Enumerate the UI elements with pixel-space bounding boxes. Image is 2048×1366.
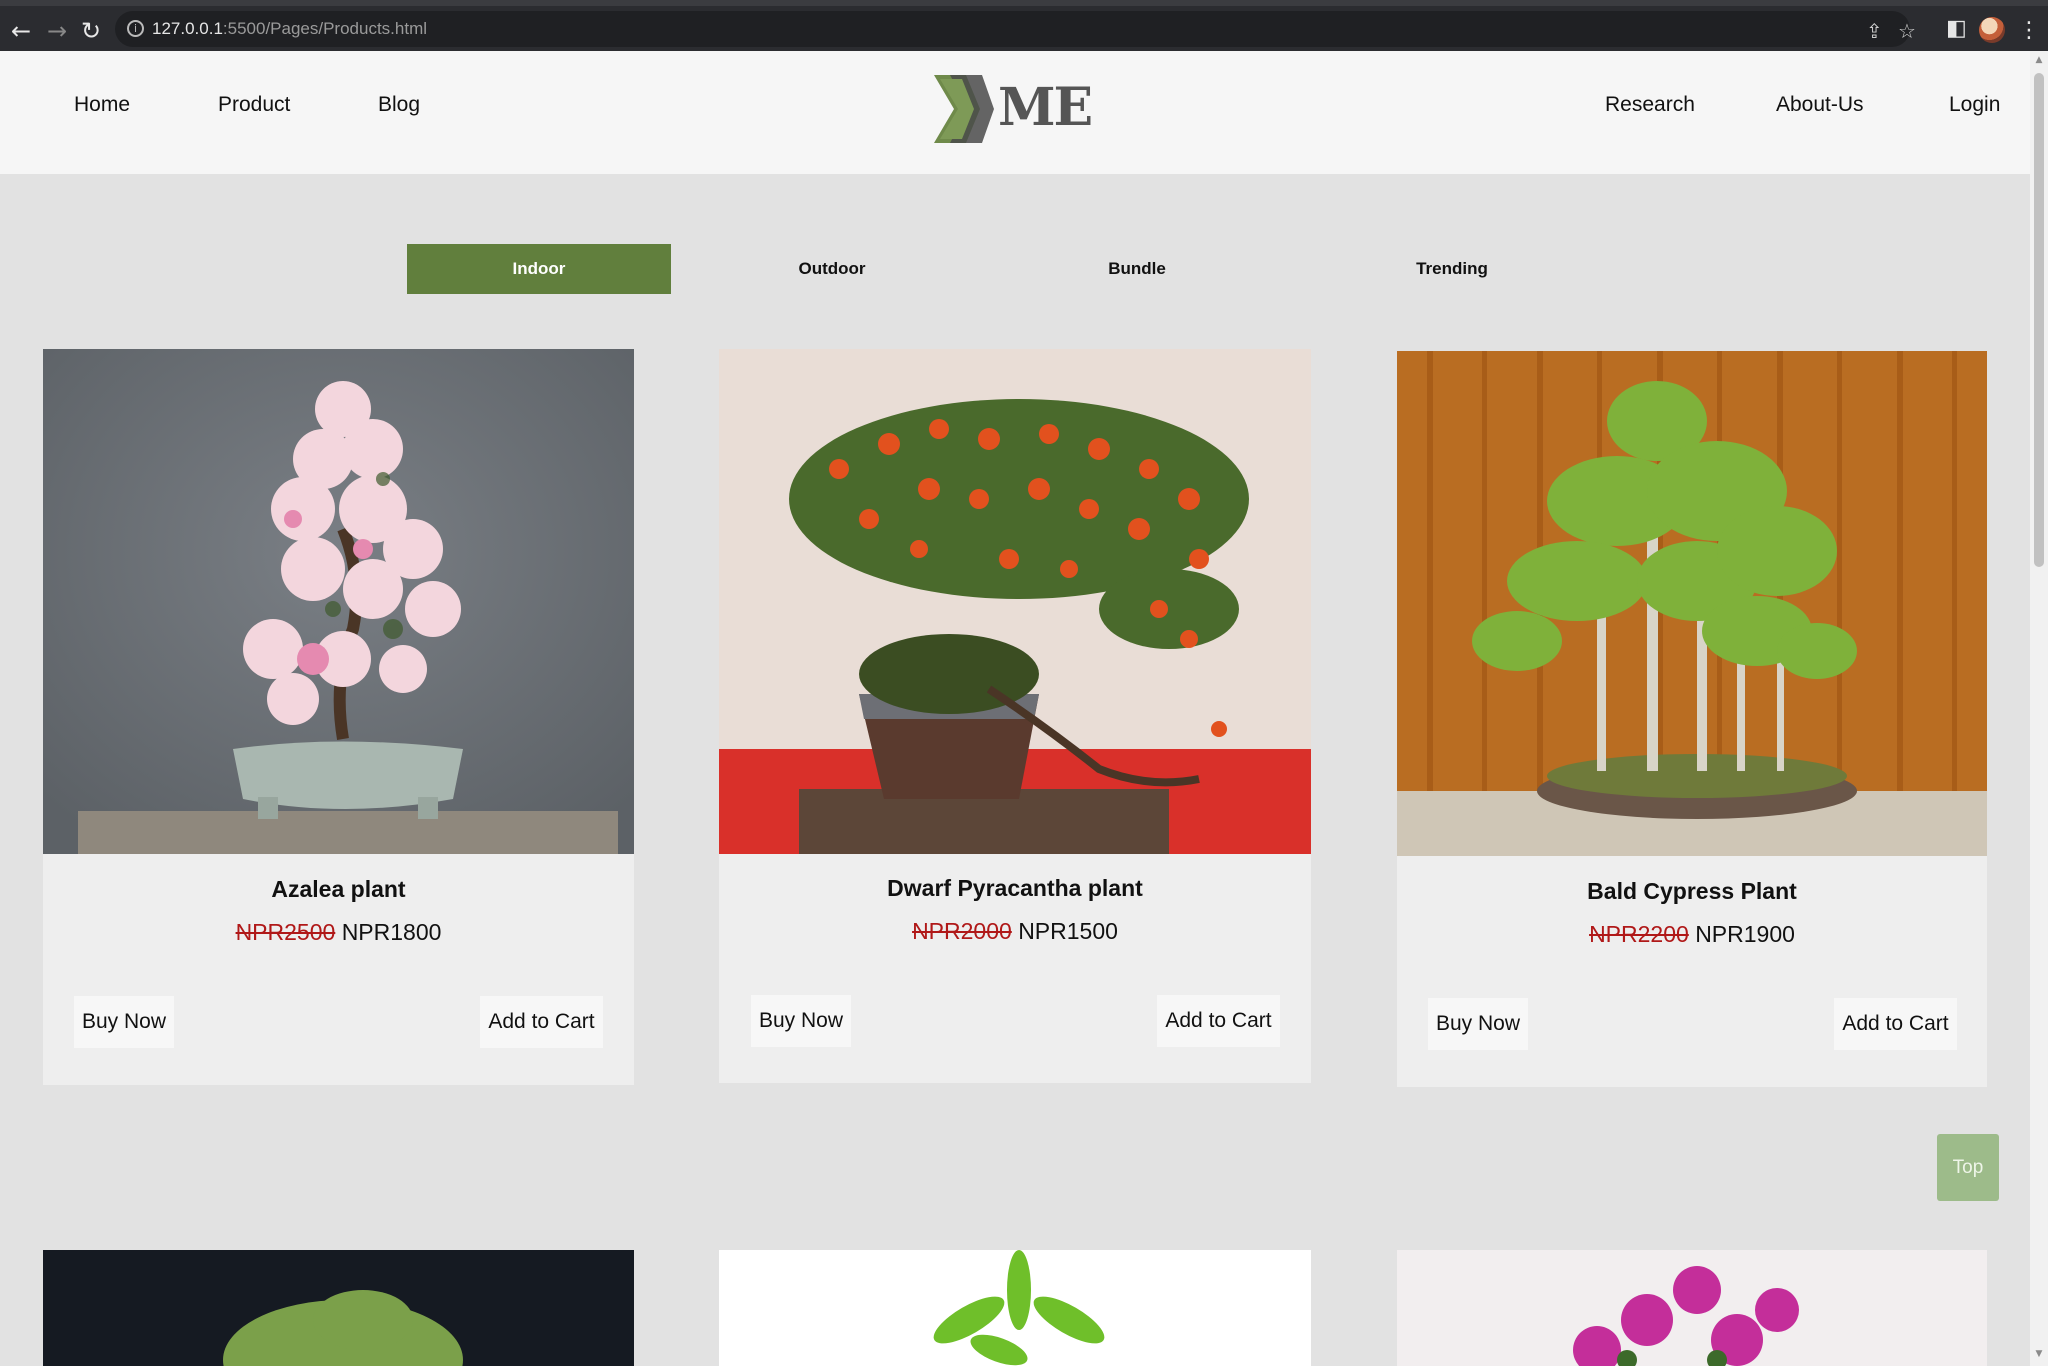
nav-research[interactable]: Research	[1605, 93, 1695, 117]
tab-bundle[interactable]: Bundle	[1057, 244, 1217, 294]
nav-blog[interactable]: Blog	[378, 93, 420, 117]
tab-outdoor[interactable]: Outdoor	[752, 244, 912, 294]
menu-icon[interactable]: ⋮	[2018, 18, 2040, 43]
scroll-to-top-button[interactable]: Top	[1937, 1134, 1999, 1201]
old-price: NPR2200	[1589, 921, 1689, 947]
add-to-cart-button[interactable]: Add to Cart	[1157, 995, 1280, 1047]
old-price: NPR2500	[235, 919, 336, 945]
product-name[interactable]: Bald Cypress Plant	[1397, 878, 1987, 905]
current-price: NPR1800	[341, 919, 442, 945]
product-price: NPR2200 NPR1900	[1397, 921, 1987, 948]
address-bar[interactable]: i 127.0.0.1:5500/Pages/Products.html ⇪ ☆	[115, 11, 1916, 47]
logo-text: ME	[998, 77, 1093, 138]
current-price: NPR1900	[1695, 921, 1795, 947]
product-card-azalea: Azalea plant NPR2500 NPR1800 Buy Now Add…	[43, 349, 634, 1085]
azalea-image	[43, 349, 634, 854]
scroll-up-icon[interactable]: ▲	[2033, 55, 2045, 65]
bald-cypress-image	[1397, 351, 1987, 856]
url-text[interactable]: 127.0.0.1:5500/Pages/Products.html	[152, 19, 427, 39]
share-icon[interactable]: ⇪	[1866, 19, 1883, 43]
nav-product[interactable]: Product	[218, 93, 290, 117]
nav-home[interactable]: Home	[74, 93, 130, 117]
add-to-cart-button[interactable]: Add to Cart	[480, 996, 603, 1048]
sigma-logo-icon	[934, 75, 994, 143]
nav-about-us[interactable]: About-Us	[1776, 93, 1864, 117]
logo[interactable]: ME	[930, 71, 1093, 151]
product-image-row2-1	[43, 1250, 634, 1366]
tab-indoor[interactable]: Indoor	[407, 244, 671, 294]
product-card-pyracantha: Dwarf Pyracantha plant NPR2000 NPR1500 B…	[719, 349, 1311, 1083]
product-price: NPR2000 NPR1500	[719, 918, 1311, 945]
product-card-bald-cypress: Bald Cypress Plant NPR2200 NPR1900 Buy N…	[1397, 351, 1987, 1087]
product-name[interactable]: Dwarf Pyracantha plant	[719, 875, 1311, 902]
product-price: NPR2500 NPR1800	[43, 919, 634, 946]
page: Home Product Blog ME Research About-Us L…	[0, 51, 2030, 1366]
scroll-down-icon[interactable]: ▼	[2033, 1349, 2045, 1359]
product-name[interactable]: Azalea plant	[43, 876, 634, 903]
pyracantha-image	[719, 349, 1311, 854]
buy-now-button[interactable]: Buy Now	[1428, 998, 1528, 1050]
avatar[interactable]	[1979, 17, 2005, 43]
product-image-row2-2	[719, 1250, 1311, 1366]
reload-icon[interactable]: ↻	[78, 18, 104, 44]
buy-now-button[interactable]: Buy Now	[74, 996, 174, 1048]
scroll-thumb[interactable]	[2034, 73, 2044, 567]
page-scrollbar[interactable]: ▲ ▼	[2030, 51, 2048, 1366]
forward-icon[interactable]: →	[44, 18, 70, 44]
add-to-cart-button[interactable]: Add to Cart	[1834, 998, 1957, 1050]
current-price: NPR1500	[1018, 918, 1118, 944]
nav-login[interactable]: Login	[1949, 93, 2000, 117]
browser-toolbar: ← → ↻ i 127.0.0.1:5500/Pages/Products.ht…	[0, 0, 2048, 51]
info-icon[interactable]: i	[127, 20, 144, 37]
site-header: Home Product Blog ME Research About-Us L…	[0, 51, 2030, 174]
buy-now-button[interactable]: Buy Now	[751, 995, 851, 1047]
product-image-row2-3	[1397, 1250, 1987, 1366]
sidepanel-icon[interactable]: ◧	[1946, 16, 1967, 41]
back-icon[interactable]: ←	[8, 18, 34, 44]
star-icon[interactable]: ☆	[1898, 19, 1916, 43]
old-price: NPR2000	[912, 918, 1012, 944]
tab-trending[interactable]: Trending	[1372, 244, 1532, 294]
